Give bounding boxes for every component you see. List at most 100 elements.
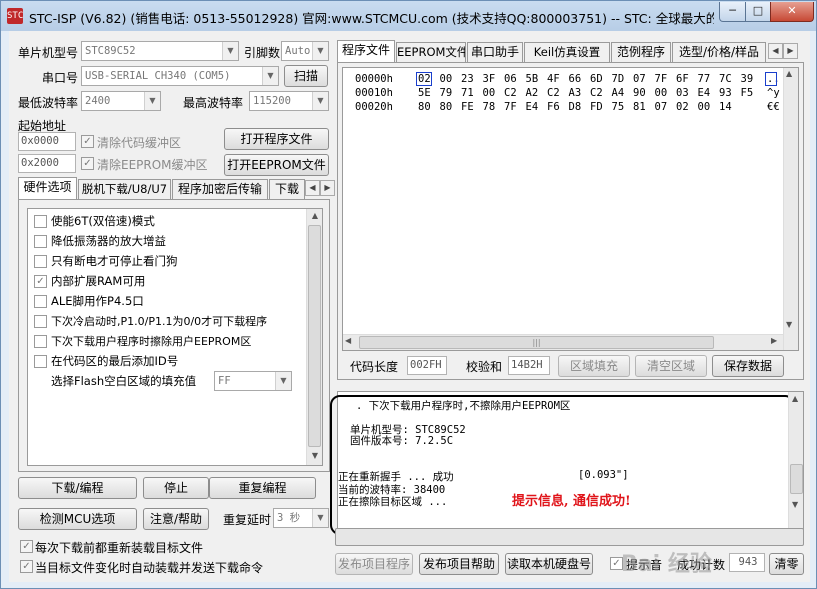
- hex-byte[interactable]: 77: [698, 73, 711, 85]
- hex-byte[interactable]: 7C: [719, 73, 732, 85]
- hex-vscrollbar[interactable]: ▲ ▼: [783, 68, 798, 350]
- hex-byte[interactable]: FD: [590, 101, 603, 113]
- hex-byte[interactable]: 80: [440, 101, 453, 113]
- hex-byte[interactable]: 03: [676, 87, 689, 99]
- hex-byte[interactable]: 7F: [504, 101, 517, 113]
- hex-byte[interactable]: 75: [612, 101, 625, 113]
- stop-button[interactable]: 停止: [143, 477, 209, 499]
- hex-byte[interactable]: 93: [719, 87, 732, 99]
- download-program-button[interactable]: 下载/编程: [18, 477, 137, 499]
- hex-byte[interactable]: C2: [590, 87, 603, 99]
- tab-eeprom-file[interactable]: EEPROM文件: [396, 42, 466, 62]
- tab-download-more[interactable]: 下载: [269, 179, 305, 199]
- hex-byte[interactable]: 00: [655, 87, 668, 99]
- tab-offline-download[interactable]: 脱机下载/U8/U7: [78, 179, 171, 199]
- hex-byte[interactable]: 7F: [655, 73, 668, 85]
- scroll-up-icon[interactable]: ▲: [792, 394, 798, 403]
- hex-byte[interactable]: 4F: [547, 73, 560, 85]
- hex-byte[interactable]: 7D: [612, 73, 625, 85]
- tab-program-file[interactable]: 程序文件: [337, 40, 395, 62]
- option-checkbox[interactable]: [34, 255, 47, 268]
- hex-byte[interactable]: 39: [741, 73, 754, 85]
- option-checkbox[interactable]: [34, 335, 47, 348]
- scroll-left-icon[interactable]: ◀: [345, 336, 351, 345]
- hex-byte[interactable]: F6: [547, 101, 560, 113]
- hex-byte[interactable]: 14: [719, 101, 732, 113]
- hex-byte[interactable]: A4: [612, 87, 625, 99]
- save-data-button[interactable]: 保存数据: [712, 355, 784, 377]
- pin-count-select[interactable]: Auto ▼: [281, 41, 329, 61]
- tab-keil-settings[interactable]: Keil仿真设置: [524, 42, 610, 62]
- hex-byte[interactable]: 79: [440, 87, 453, 99]
- scroll-thumb[interactable]: |||: [359, 336, 714, 349]
- publish-help-button[interactable]: 发布项目帮助: [419, 553, 499, 575]
- hex-view[interactable]: 00000h 00010h 00020h 02 00 23 3F 06 5B 4F 66 6D 7…: [342, 67, 799, 351]
- hex-byte[interactable]: 90: [633, 87, 646, 99]
- scroll-right-icon[interactable]: ▶: [771, 336, 777, 345]
- scroll-thumb[interactable]: [308, 225, 321, 447]
- publish-program-button[interactable]: 发布项目程序: [335, 553, 413, 575]
- hex-byte[interactable]: FE: [461, 101, 474, 113]
- scroll-down-icon[interactable]: ▼: [308, 449, 322, 463]
- port-select[interactable]: USB-SERIAL CH340 (COM5) ▼: [81, 66, 279, 86]
- detect-mcu-button[interactable]: 检测MCU选项: [18, 508, 137, 530]
- help-button[interactable]: 注意/帮助: [143, 508, 209, 530]
- eeprom-addr-input[interactable]: 0x2000: [18, 154, 76, 173]
- area-fill-button[interactable]: 区域填充: [558, 355, 630, 377]
- hex-byte[interactable]: C2: [547, 87, 560, 99]
- tab-encrypted-transfer[interactable]: 程序加密后传输: [172, 179, 268, 199]
- tab-sample-programs[interactable]: 范例程序: [611, 42, 671, 62]
- minimize-button[interactable]: ─: [719, 2, 746, 22]
- hex-byte[interactable]: 81: [633, 101, 646, 113]
- log-scrollbar[interactable]: ▲ ▼: [788, 392, 803, 540]
- tab-scroll-right-icon[interactable]: ▶: [320, 180, 335, 196]
- title-bar[interactable]: STC STC-ISP (V6.82) (销售电话: 0513-55012928…: [1, 1, 816, 31]
- min-baud-select[interactable]: 2400 ▼: [81, 91, 161, 111]
- auto-load-checkbox[interactable]: ✓: [20, 560, 33, 573]
- hex-byte[interactable]: 5E: [418, 87, 431, 99]
- hex-byte[interactable]: 3F: [483, 73, 496, 85]
- hex-byte[interactable]: 00: [440, 73, 453, 85]
- scan-button[interactable]: 扫描: [284, 65, 328, 87]
- option-checkbox[interactable]: [34, 215, 47, 228]
- hex-byte[interactable]: A2: [526, 87, 539, 99]
- hex-byte[interactable]: E4: [698, 87, 711, 99]
- options-scrollbar[interactable]: ▲ ▼: [306, 209, 322, 465]
- read-disk-id-button[interactable]: 读取本机硬盘号: [505, 553, 593, 575]
- code-addr-input[interactable]: 0x0000: [18, 132, 76, 151]
- scroll-down-icon[interactable]: ▼: [792, 500, 798, 509]
- repeat-delay-select[interactable]: 3 秒 ▼: [273, 508, 329, 528]
- hex-byte[interactable]: 66: [569, 73, 582, 85]
- hex-byte[interactable]: 5B: [526, 73, 539, 85]
- hex-byte[interactable]: 80: [418, 101, 431, 113]
- option-checkbox[interactable]: [34, 355, 47, 368]
- maximize-button[interactable]: □: [745, 2, 771, 22]
- scroll-thumb[interactable]: [790, 464, 803, 494]
- open-eeprom-file-button[interactable]: 打开EEPROM文件: [224, 154, 329, 176]
- repeat-program-button[interactable]: 重复编程: [209, 477, 316, 499]
- scroll-up-icon[interactable]: ▲: [308, 209, 322, 223]
- option-checkbox[interactable]: [34, 235, 47, 248]
- hex-byte[interactable]: 6D: [590, 73, 603, 85]
- reload-checkbox[interactable]: ✓: [20, 540, 33, 553]
- hex-byte[interactable]: E4: [526, 101, 539, 113]
- hex-byte[interactable]: 07: [633, 73, 646, 85]
- hex-byte[interactable]: C2: [504, 87, 517, 99]
- clear-code-checkbox[interactable]: ✓: [81, 135, 94, 148]
- close-button[interactable]: ✕: [770, 2, 814, 22]
- scroll-up-icon[interactable]: ▲: [786, 69, 792, 78]
- hex-byte[interactable]: 23: [461, 73, 474, 85]
- hex-byte[interactable]: F5: [741, 87, 754, 99]
- hex-byte[interactable]: 00: [483, 87, 496, 99]
- clear-eeprom-checkbox[interactable]: ✓: [81, 157, 94, 170]
- option-checkbox[interactable]: [34, 315, 47, 328]
- tab-selection-price[interactable]: 选型/价格/样品: [672, 42, 766, 62]
- clear-count-button[interactable]: 清零: [769, 553, 804, 575]
- option-checkbox-checked[interactable]: ✓: [34, 275, 47, 288]
- hex-byte[interactable]: A3: [569, 87, 582, 99]
- tab-scroll-left-icon[interactable]: ◀: [305, 180, 320, 196]
- hex-byte[interactable]: 02: [676, 101, 689, 113]
- hex-byte[interactable]: 06: [504, 73, 517, 85]
- mcu-model-select[interactable]: STC89C52 ▼: [81, 41, 239, 61]
- tab-serial-assistant[interactable]: 串口助手: [467, 42, 523, 62]
